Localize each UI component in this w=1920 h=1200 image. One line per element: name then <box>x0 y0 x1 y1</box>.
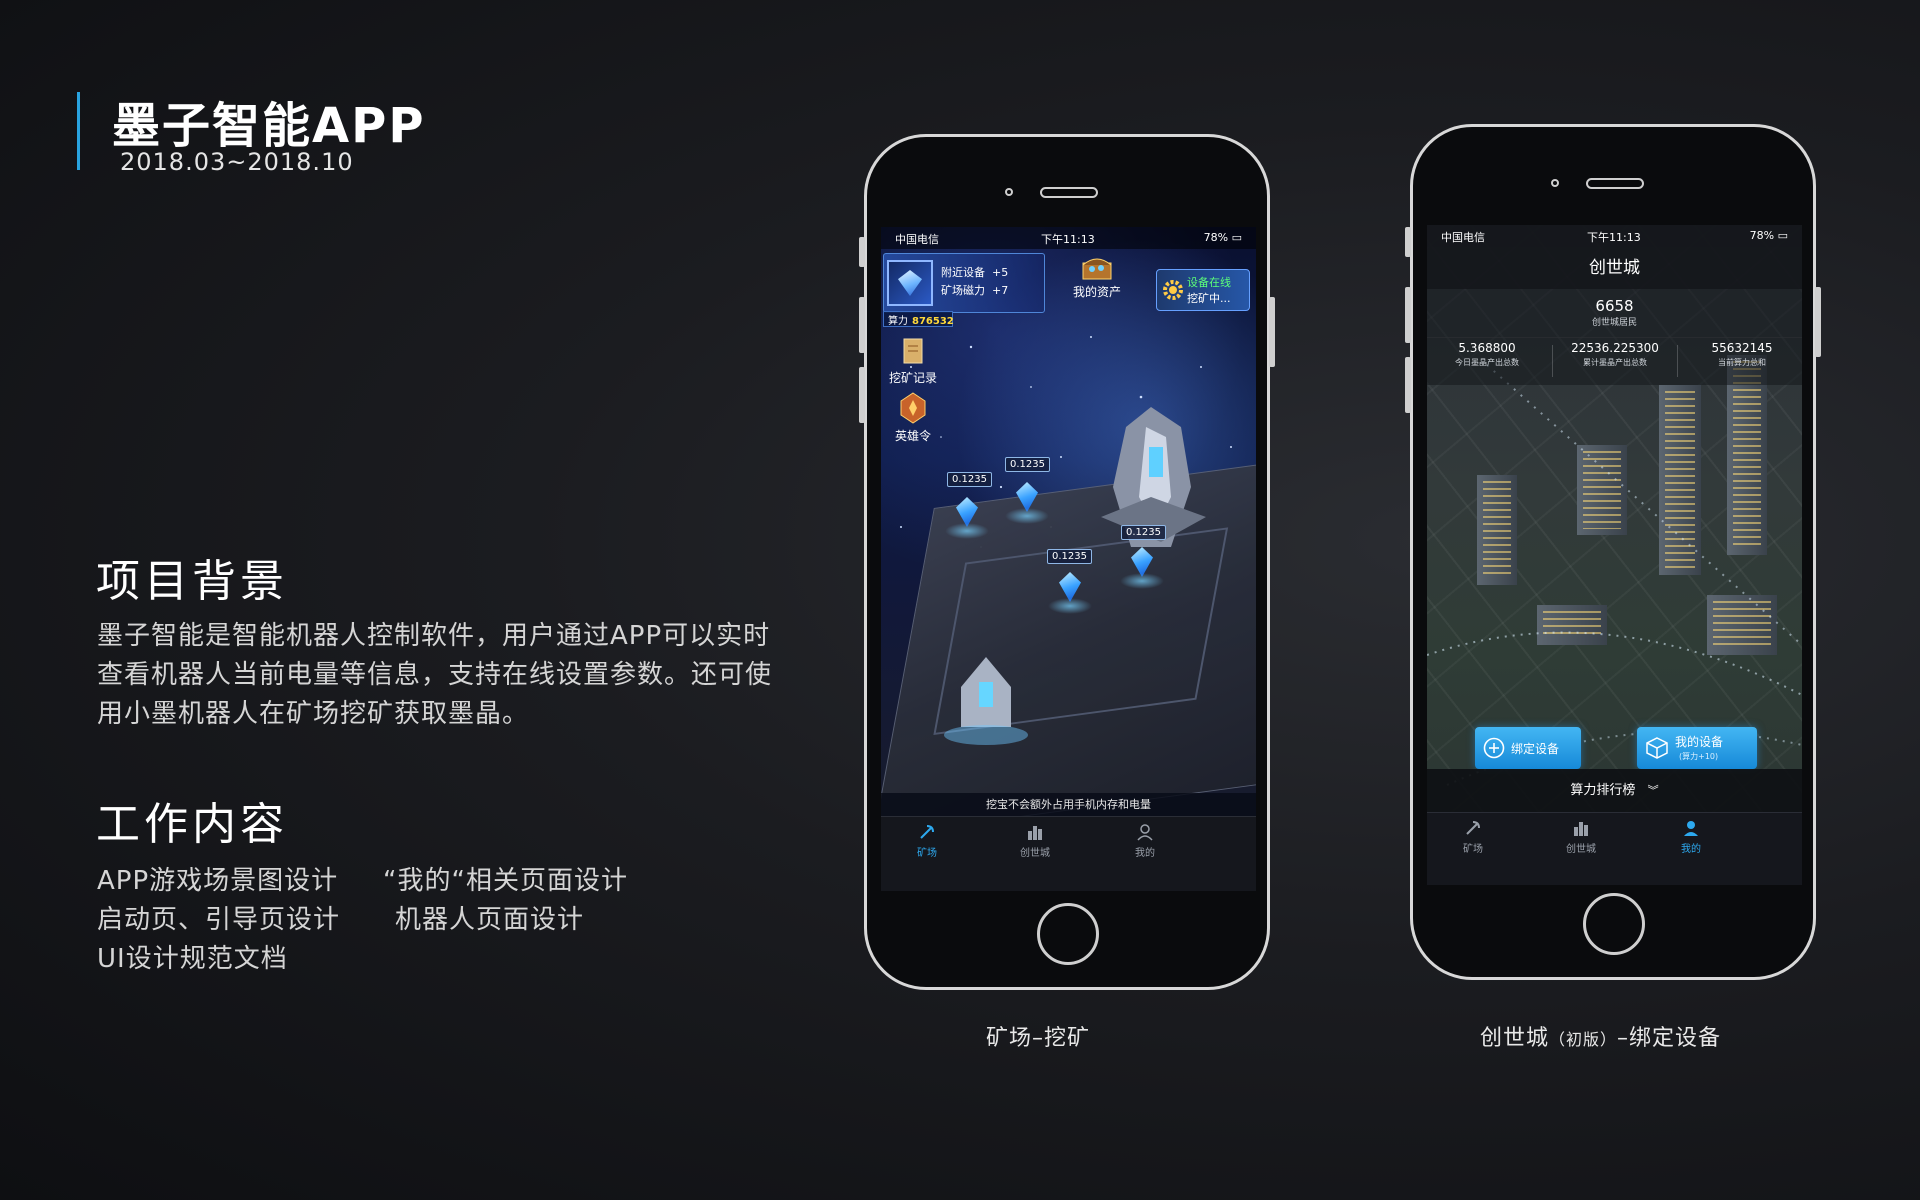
city-icon <box>1028 826 1042 840</box>
phone-mockup-mining: 0.1235 0.1235 0.1235 0.1235 中国电信 下午11:13… <box>859 134 1275 990</box>
work-column-1: APP游戏场景图设计 启动页、引导页设计 UI设计规范文档 <box>97 862 340 979</box>
reward-badge: 0.1235 <box>1121 525 1166 540</box>
work-column-2: “我的“相关页面设计 机器人页面设计 <box>383 862 628 940</box>
home-button[interactable] <box>1583 893 1645 955</box>
project-title: 墨子智能APP <box>112 98 426 154</box>
player-gem-icon[interactable] <box>887 260 933 306</box>
mine-magnetism: 矿场磁力 +7 <box>941 284 1009 297</box>
plus-circle-icon <box>1483 737 1505 759</box>
cube-icon <box>1646 737 1668 759</box>
battery-label: 78% ▭ <box>1203 231 1242 244</box>
carrier-label: 中国电信 <box>1441 231 1485 244</box>
device-online-status[interactable]: 设备在线 挖矿中... <box>1156 269 1250 311</box>
bind-device-button[interactable]: 绑定设备 <box>1475 727 1581 769</box>
volume-up-button <box>859 297 865 353</box>
front-camera <box>1005 188 1013 196</box>
background-text: 墨子智能是智能机器人控制软件，用户通过APP可以实时 查看机器人当前电量等信息，… <box>97 617 817 734</box>
caption-city: 创世城（初版）–绑定设备 <box>1480 1026 1722 1051</box>
background-heading: 项目背景 <box>96 556 288 607</box>
earpiece-speaker <box>1040 187 1098 198</box>
nearby-devices: 附近设备 +5 <box>941 266 1009 279</box>
reward-badge: 0.1235 <box>1005 457 1050 472</box>
tab-genesis-city[interactable]: 创世城 <box>1551 819 1611 855</box>
hero-order-button[interactable]: 英雄令 <box>885 391 941 444</box>
treasure-chest-icon <box>1082 258 1112 280</box>
gear-icon <box>1163 280 1183 300</box>
bottom-tab-bar: 矿场 创世城 我的 <box>1427 812 1802 885</box>
background-line: 用小墨机器人在矿场挖矿获取墨晶。 <box>97 699 530 729</box>
carrier-label: 中国电信 <box>895 233 939 246</box>
user-icon <box>1684 821 1698 836</box>
stats-row: 5.368800 今日墨晶产出总数 22536.225300 累计墨晶产出总数 55… <box>1427 337 1802 385</box>
my-device-button[interactable]: 我的设备 (算力+10) <box>1637 727 1757 769</box>
phone-mockup-city: 中国电信 下午11:13 78% ▭ 创世城 6658 创世城居民 5.3688… <box>1405 124 1821 980</box>
tab-genesis-city[interactable]: 创世城 <box>1005 823 1065 859</box>
tab-me[interactable]: 我的 <box>1115 823 1175 859</box>
city-icon <box>1574 822 1588 836</box>
stat-hashrate: 55632145 当前算力总和 <box>1711 341 1773 367</box>
residents-summary: 6658 创世城居民 <box>1427 289 1802 338</box>
status-bar: 中国电信 下午11:13 78% ▭ <box>1427 225 1802 247</box>
online-label: 设备在线 <box>1187 276 1231 289</box>
hashrate-display: 算力 876532 <box>883 311 954 327</box>
clock-label: 下午11:13 <box>1041 233 1095 246</box>
robot-base <box>944 657 1028 745</box>
stat-total: 22536.225300 累计墨晶产出总数 <box>1571 341 1659 367</box>
page-title: 创世城 <box>1427 247 1802 289</box>
work-heading: 工作内容 <box>96 799 288 850</box>
chevron-down-icon: ︾ <box>1647 784 1659 797</box>
volume-down-button <box>1405 357 1411 413</box>
stat-today: 5.368800 今日墨晶产出总数 <box>1455 341 1519 367</box>
tab-me[interactable]: 我的 <box>1661 819 1721 855</box>
my-assets-button[interactable]: 我的资产 <box>1067 255 1127 300</box>
volume-down-button <box>859 367 865 423</box>
work-item: UI设计规范文档 <box>97 944 288 974</box>
mining-label: 挖矿中... <box>1187 292 1231 305</box>
background-line: 墨子智能是智能机器人控制软件，用户通过APP可以实时 <box>97 621 771 651</box>
work-item: “我的“相关页面设计 <box>383 866 628 896</box>
power-button <box>1269 297 1275 367</box>
hero-medal-icon <box>900 392 926 424</box>
work-item: APP游戏场景图设计 <box>97 866 339 896</box>
mute-switch <box>859 237 865 267</box>
volume-up-button <box>1405 287 1411 343</box>
battery-label: 78% ▭ <box>1749 229 1788 242</box>
caption-mining: 矿场–挖矿 <box>986 1026 1091 1051</box>
mining-screen: 0.1235 0.1235 0.1235 0.1235 中国电信 下午11:13… <box>881 227 1256 891</box>
home-button[interactable] <box>1037 903 1099 965</box>
residents-label: 创世城居民 <box>1591 318 1637 328</box>
mining-tip: 挖宝不会额外占用手机内存和电量 <box>881 793 1256 817</box>
reward-badge: 0.1235 <box>1047 549 1092 564</box>
pickaxe-icon <box>920 825 934 839</box>
pickaxe-icon <box>1466 821 1480 835</box>
clock-label: 下午11:13 <box>1587 231 1641 244</box>
city-screen: 中国电信 下午11:13 78% ▭ 创世城 6658 创世城居民 5.3688… <box>1427 225 1802 885</box>
earpiece-speaker <box>1586 178 1644 189</box>
residents-value: 6658 <box>1595 297 1634 315</box>
scroll-icon <box>903 338 923 364</box>
background-line: 查看机器人当前电量等信息，支持在线设置参数。还可使 <box>97 660 773 690</box>
title-accent-bar <box>77 92 80 170</box>
front-camera <box>1551 179 1559 187</box>
tab-mine[interactable]: 矿场 <box>897 823 957 859</box>
reward-badge: 0.1235 <box>947 472 992 487</box>
user-icon <box>1137 824 1153 841</box>
work-item: 机器人页面设计 <box>395 905 585 935</box>
work-item: 启动页、引导页设计 <box>97 905 341 935</box>
tab-mine[interactable]: 矿场 <box>1443 819 1503 855</box>
power-button <box>1815 287 1821 357</box>
mute-switch <box>1405 227 1411 257</box>
bottom-tab-bar: 矿场 创世城 我的 <box>881 816 1256 891</box>
mining-record-button[interactable]: 挖矿记录 <box>885 335 941 386</box>
status-bar: 中国电信 下午11:13 78% ▭ <box>881 227 1256 249</box>
project-date: 2018.03~2018.10 <box>120 148 354 176</box>
hashrate-ranking-toggle[interactable]: 算力排行榜 ︾ <box>1427 769 1802 813</box>
